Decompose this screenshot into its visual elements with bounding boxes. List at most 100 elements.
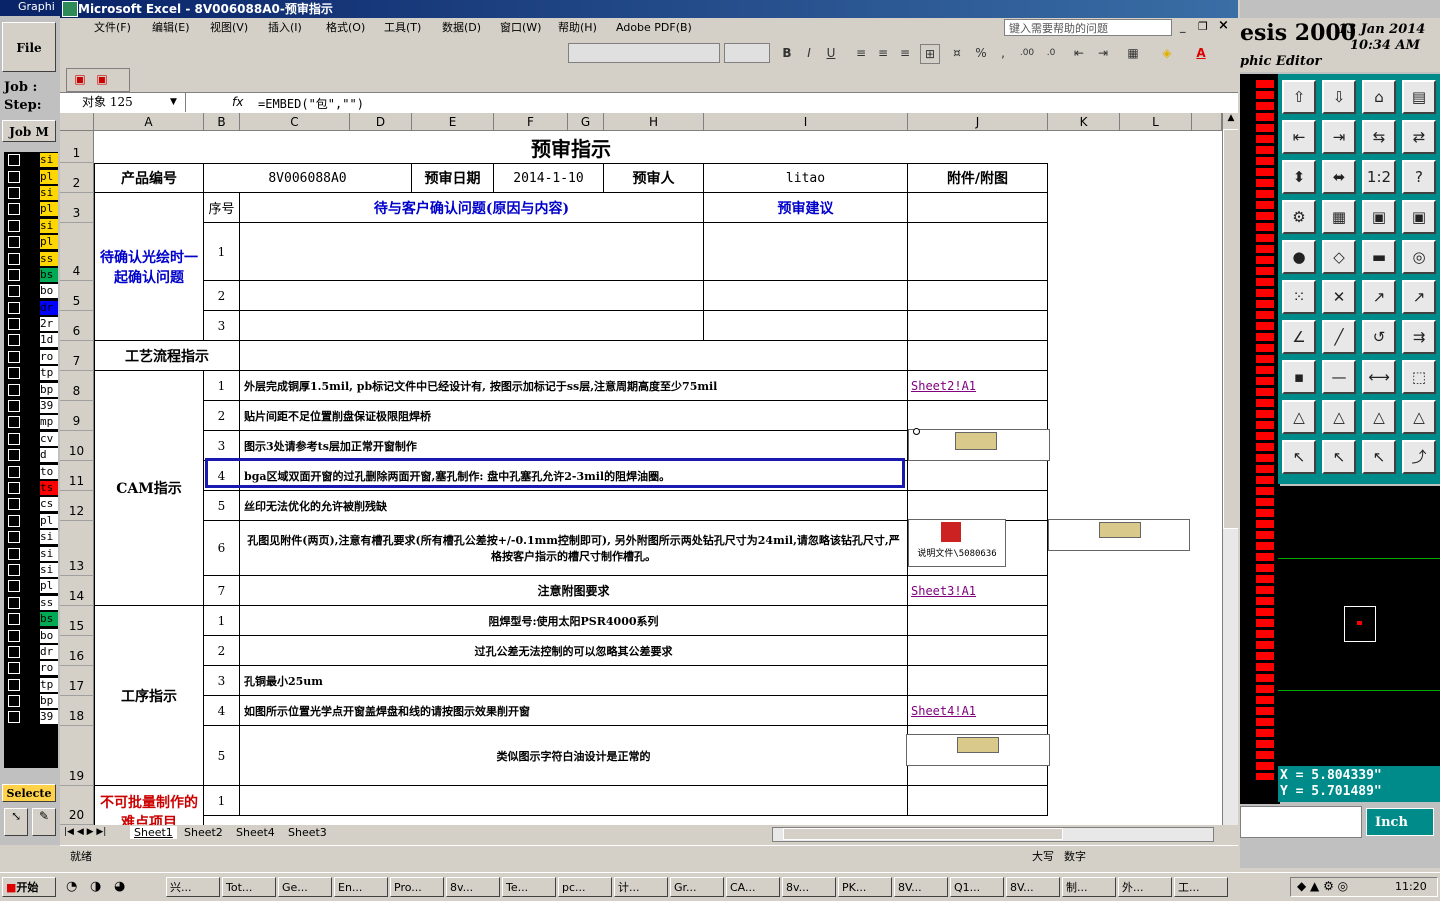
tab-sheet3[interactable]: Sheet3 bbox=[288, 826, 327, 839]
taskbar-item[interactable]: Pro... bbox=[390, 877, 444, 897]
confirm-suggestion-cell[interactable] bbox=[704, 223, 908, 281]
row-header-19[interactable]: 19 bbox=[60, 726, 94, 786]
select-all-corner[interactable] bbox=[60, 113, 94, 131]
layer-row[interactable]: pl bbox=[4, 513, 58, 529]
genesis-tool-icon[interactable]: ↗ bbox=[1362, 280, 1396, 314]
embedded-package-object[interactable] bbox=[906, 734, 1050, 766]
layer-row[interactable]: ro bbox=[4, 349, 58, 365]
genesis-tool-icon[interactable]: ▤ bbox=[1402, 80, 1436, 114]
row-header-18[interactable]: 18 bbox=[60, 696, 94, 726]
attach-cell[interactable] bbox=[908, 666, 1048, 696]
layer-checkbox[interactable] bbox=[8, 268, 20, 281]
font-name-select[interactable] bbox=[568, 43, 720, 63]
attach-cell[interactable] bbox=[908, 606, 1048, 636]
sheet2-link[interactable]: Sheet2!A1 bbox=[908, 371, 1048, 401]
align-right-icon[interactable]: ≡ bbox=[896, 44, 914, 62]
genesis-tool-icon[interactable]: ⇤ bbox=[1282, 120, 1316, 154]
bold-icon[interactable]: B bbox=[778, 44, 796, 62]
pencil-icon[interactable]: ✎ bbox=[32, 808, 56, 836]
layer-checkbox[interactable] bbox=[8, 186, 20, 199]
start-button[interactable]: ■开始 bbox=[2, 877, 56, 897]
layer-row[interactable]: 39 bbox=[4, 398, 58, 414]
align-center-icon[interactable]: ≡ bbox=[874, 44, 892, 62]
layer-checkbox[interactable] bbox=[8, 416, 20, 429]
h-scroll-thumb[interactable] bbox=[783, 828, 1063, 840]
confirm-suggestion-cell[interactable] bbox=[704, 281, 908, 311]
col-header-f[interactable]: F bbox=[494, 113, 568, 131]
help-search-input[interactable]: 键入需要帮助的问题 bbox=[1004, 19, 1172, 36]
resize-icon[interactable]: ⤡ bbox=[4, 808, 28, 836]
genesis-tool-icon[interactable]: △ bbox=[1282, 400, 1316, 434]
attach-cell[interactable] bbox=[908, 461, 1048, 491]
taskbar-item[interactable]: CA... bbox=[726, 877, 780, 897]
genesis-tool-icon[interactable]: ▣ bbox=[1402, 200, 1436, 234]
pdf-email-icon[interactable]: ▣ bbox=[93, 70, 111, 88]
layer-checkbox[interactable] bbox=[8, 383, 20, 396]
genesis-tool-icon[interactable]: ⬚ bbox=[1402, 360, 1436, 394]
layer-checkbox[interactable] bbox=[8, 613, 20, 626]
menu-file[interactable]: 文件(F) bbox=[94, 20, 131, 36]
align-left-icon[interactable]: ≡ bbox=[852, 44, 870, 62]
layer-checkbox[interactable] bbox=[8, 563, 20, 576]
quick-launch-icon[interactable]: ◑ bbox=[90, 879, 101, 894]
layer-checkbox[interactable] bbox=[8, 482, 20, 494]
layer-row[interactable]: 1d bbox=[4, 332, 58, 348]
layer-checkbox[interactable] bbox=[8, 432, 20, 445]
row-header-11[interactable]: 11 bbox=[60, 461, 94, 491]
menu-help[interactable]: 帮助(H) bbox=[558, 20, 597, 36]
menu-format[interactable]: 格式(O) bbox=[326, 20, 365, 36]
row-header-7[interactable]: 7 bbox=[60, 341, 94, 371]
process-item-text[interactable]: 过孔公差无法控制的可以忽略其公差要求 bbox=[240, 636, 908, 666]
font-color-icon[interactable]: A bbox=[1192, 44, 1210, 62]
genesis-tool-icon[interactable]: ▣ bbox=[1362, 200, 1396, 234]
row-header-1[interactable]: 1 bbox=[60, 131, 94, 163]
layer-checkbox[interactable] bbox=[8, 449, 20, 462]
attach-cell[interactable] bbox=[908, 401, 1048, 431]
menu-insert[interactable]: 插入(I) bbox=[268, 20, 302, 36]
cam-item-text[interactable]: 外层完成铜厚1.5mil, pb标记文件中已经设计有, 按图示加标记于ss层,注… bbox=[240, 371, 908, 401]
layer-row[interactable]: 39 bbox=[4, 709, 58, 725]
taskbar-item[interactable]: pc... bbox=[558, 877, 612, 897]
row-header-2[interactable]: 2 bbox=[60, 163, 94, 193]
job-manager-button[interactable]: Job M bbox=[2, 120, 56, 142]
layer-checkbox[interactable] bbox=[8, 580, 20, 593]
row-header-10[interactable]: 10 bbox=[60, 431, 94, 461]
genesis-tool-icon[interactable]: ? bbox=[1402, 160, 1436, 194]
layer-row[interactable]: bs bbox=[4, 611, 58, 627]
attach-cell[interactable] bbox=[908, 223, 1048, 281]
layer-row[interactable]: bs bbox=[4, 267, 58, 283]
layer-checkbox[interactable] bbox=[8, 531, 20, 544]
genesis-tool-icon[interactable]: — bbox=[1322, 360, 1356, 394]
taskbar-item[interactable]: 计... bbox=[614, 877, 668, 897]
genesis-tool-icon[interactable]: ↖ bbox=[1322, 440, 1356, 474]
taskbar-item[interactable]: 8V... bbox=[1006, 877, 1060, 897]
vertical-scrollbar[interactable]: ▲ bbox=[1222, 113, 1238, 825]
genesis-tool-icon[interactable]: △ bbox=[1322, 400, 1356, 434]
close-icon[interactable]: × bbox=[1218, 18, 1229, 33]
sheet3-link[interactable]: Sheet3!A1 bbox=[908, 576, 1048, 606]
cam-item-text[interactable]: 注意附图要求 bbox=[240, 576, 908, 606]
row-header-9[interactable]: 9 bbox=[60, 401, 94, 431]
genesis-tool-icon[interactable]: ⁙ bbox=[1282, 280, 1316, 314]
genesis-tool-icon[interactable]: ⤴ bbox=[1402, 440, 1436, 474]
genesis-tool-icon[interactable]: ↖ bbox=[1282, 440, 1316, 474]
layer-row[interactable]: bo bbox=[4, 283, 58, 299]
layer-row[interactable]: si bbox=[4, 545, 58, 561]
layer-row[interactable]: tp bbox=[4, 365, 58, 381]
layer-row[interactable]: si bbox=[4, 152, 58, 168]
layer-row[interactable]: pl bbox=[4, 168, 58, 184]
menu-edit[interactable]: 编辑(E) bbox=[152, 20, 190, 36]
cam-item-text[interactable]: 贴片间距不足位置削盘保证极限阻焊桥 bbox=[240, 401, 908, 431]
layer-checkbox[interactable] bbox=[8, 465, 20, 478]
layer-checkbox[interactable] bbox=[8, 678, 20, 691]
genesis-tool-icon[interactable]: ✕ bbox=[1322, 280, 1356, 314]
col-header-l[interactable]: L bbox=[1120, 113, 1192, 131]
fill-color-icon[interactable]: ◈ bbox=[1158, 44, 1176, 62]
genesis-tool-icon[interactable]: ▦ bbox=[1322, 200, 1356, 234]
layer-row[interactable]: 2r bbox=[4, 316, 58, 332]
italic-icon[interactable]: I bbox=[800, 44, 818, 62]
genesis-tool-icon[interactable]: ◎ bbox=[1402, 240, 1436, 274]
layer-row[interactable]: si bbox=[4, 529, 58, 545]
genesis-tool-icon[interactable]: ↖ bbox=[1362, 440, 1396, 474]
layer-row[interactable]: dr bbox=[4, 644, 58, 660]
